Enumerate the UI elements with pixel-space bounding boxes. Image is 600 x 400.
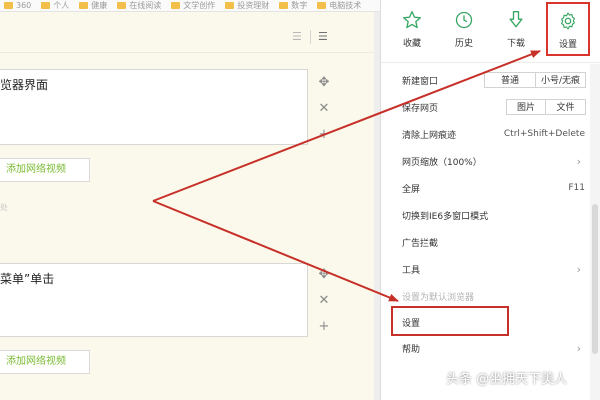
menu-item-fullscreen[interactable]: 全屏 F11 — [381, 175, 591, 201]
bookmark-360[interactable]: 360 — [4, 1, 31, 10]
history-button[interactable]: 历史 — [438, 0, 490, 60]
stray-char: 处 — [0, 203, 8, 212]
close-icon[interactable]: ✕ — [319, 288, 330, 314]
block-2-controls: ✥ ✕ + — [316, 262, 332, 340]
add-icon[interactable]: + — [319, 122, 330, 148]
chevron-right-icon: › — [576, 262, 581, 276]
downloads-button[interactable]: 下载 — [490, 0, 542, 60]
folder-icon — [225, 2, 235, 9]
menu-item-clear-traces[interactable]: 清除上网痕迹 Ctrl+Shift+Delete — [381, 121, 591, 147]
text-block-1-content: 览器界面 — [0, 78, 49, 92]
folder-icon — [41, 2, 51, 9]
menu-item-help[interactable]: 帮助 › — [381, 335, 591, 361]
menu-item-new-window: 新建窗口 普通 小号/无痕 — [381, 67, 591, 93]
favorites-button[interactable]: 收藏 — [386, 0, 438, 60]
folder-icon — [117, 2, 127, 9]
download-icon — [509, 11, 523, 28]
new-window-normal-button[interactable]: 普通 — [484, 72, 536, 88]
menu-scrollbar[interactable] — [590, 64, 600, 400]
add-video-button-1[interactable]: 添加网络视频 — [0, 158, 90, 182]
menu-separator — [381, 62, 600, 63]
add-icon[interactable]: + — [319, 314, 330, 340]
clock-icon — [455, 11, 473, 29]
watermark: 头条 @坐拥天下美人 — [446, 372, 568, 387]
text-block-2-content: 菜单”单击 — [0, 272, 55, 286]
folder-icon — [279, 2, 289, 9]
add-video-button-2[interactable]: 添加网络视频 — [0, 350, 90, 374]
block-1-controls: ✥ ✕ + — [316, 70, 332, 148]
menu-item-ie6-mode[interactable]: 切换到IE6多窗口模式 — [381, 202, 591, 228]
menu-item-ad-block[interactable]: 广告拦截 — [381, 229, 591, 255]
bookmark-health[interactable]: 健康 — [79, 0, 107, 11]
fullscreen-shortcut: F11 — [568, 183, 585, 193]
folder-icon — [79, 2, 89, 9]
save-file-button[interactable]: 文件 — [546, 99, 586, 115]
star-icon — [403, 11, 421, 29]
new-window-private-button[interactable]: 小号/无痕 — [536, 72, 586, 88]
menu-scrollbar-thumb[interactable] — [592, 204, 598, 354]
settings-button[interactable]: 设置 — [546, 2, 590, 56]
text-block-1[interactable]: 览器界面 — [0, 69, 308, 145]
bookmark-investment[interactable]: 投资理财 — [225, 0, 269, 11]
browser-menu: 收藏 历史 下载 设置 新建窗口 普通 小号/无痕 保存网页 图片 文件 清除上… — [380, 0, 600, 400]
bookmark-computer-tech[interactable]: 电脑技术 — [317, 0, 361, 11]
menu-item-zoom[interactable]: 网页缩放（100%） › — [381, 148, 591, 174]
folder-icon — [171, 2, 181, 9]
menu-item-save-page: 保存网页 图片 文件 — [381, 94, 591, 120]
toolbar-divider — [310, 30, 311, 44]
menu-quick-actions: 收藏 历史 下载 设置 — [381, 0, 600, 60]
chevron-right-icon: › — [576, 154, 581, 168]
bookmark-digital[interactable]: 数字 — [279, 0, 307, 11]
settings-highlight-box — [391, 306, 509, 336]
folder-icon — [317, 2, 327, 9]
list-icon[interactable]: ☰ — [318, 30, 328, 43]
bookmark-online-reading[interactable]: 在线阅读 — [117, 0, 161, 11]
bookmarks-bar: 360 个人 健康 在线阅读 文学创作 投资理财 数字 电脑技术 — [0, 0, 380, 12]
chevron-right-icon: › — [576, 341, 581, 355]
menu-item-tools[interactable]: 工具 › — [381, 256, 591, 282]
close-icon[interactable]: ✕ — [319, 96, 330, 122]
move-icon[interactable]: ✥ — [319, 70, 330, 96]
move-icon[interactable]: ✥ — [319, 262, 330, 288]
save-image-button[interactable]: 图片 — [506, 99, 546, 115]
folder-icon — [4, 2, 13, 9]
clear-traces-shortcut: Ctrl+Shift+Delete — [503, 129, 585, 139]
bookmark-literature[interactable]: 文学创作 — [171, 0, 215, 11]
text-block-2[interactable]: 菜单”单击 — [0, 263, 308, 337]
gear-icon — [561, 12, 575, 30]
bookmark-personal[interactable]: 个人 — [41, 0, 69, 11]
list-indent-icon[interactable]: ☰ — [292, 30, 302, 43]
